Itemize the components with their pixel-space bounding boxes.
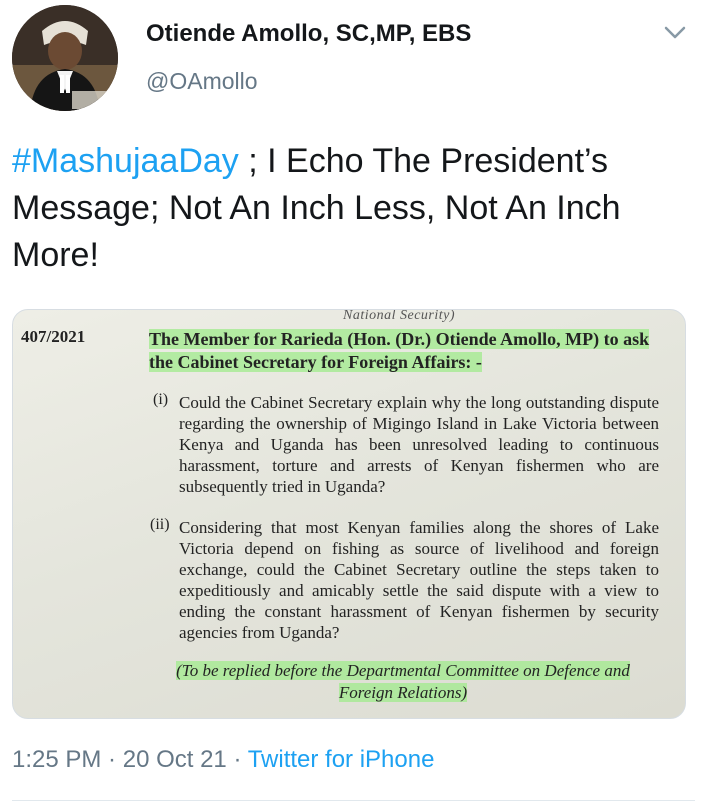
tweet-date[interactable]: 20 Oct 21: [123, 746, 227, 773]
tweet-source-link[interactable]: Twitter for iPhone: [248, 746, 435, 773]
item-number: (i): [153, 391, 169, 408]
tweet-time[interactable]: 1:25 PM: [12, 746, 101, 773]
author-display-name[interactable]: Otiende Amollo, SC,MP, EBS: [146, 20, 471, 48]
question-heading-text: The Member for Rarieda (Hon. (Dr.) Otien…: [149, 329, 650, 372]
meta-separator: ·: [226, 746, 248, 773]
question-item: Considering that most Kenyan families al…: [179, 518, 659, 642]
avatar[interactable]: [12, 5, 118, 111]
hashtag-link[interactable]: #MashujaaDay: [12, 142, 239, 180]
tweet-text: #MashujaaDay ; I Echo The President’s Me…: [12, 138, 692, 279]
tweet-image[interactable]: National Security) 407/2021 The Member f…: [12, 309, 686, 719]
reply-note-text: (To be replied before the Departmental C…: [176, 661, 630, 702]
question-heading: The Member for Rarieda (Hon. (Dr.) Otien…: [149, 328, 669, 374]
chevron-down-icon[interactable]: [662, 22, 688, 44]
meta-separator: ·: [101, 746, 123, 773]
document-cutoff-text: National Security): [343, 309, 456, 323]
question-item: Could the Cabinet Secretary explain why …: [179, 393, 659, 496]
item-number: (ii): [150, 516, 170, 533]
question-reference: 407/2021: [21, 327, 86, 346]
profile-photo-icon: [12, 5, 118, 111]
tweet-meta: 1:25 PM · 20 Oct 21 · Twitter for iPhone: [12, 746, 434, 774]
reply-note: (To be replied before the Departmental C…: [153, 660, 653, 704]
author-handle[interactable]: @OAmollo: [146, 68, 258, 95]
divider: [12, 800, 695, 801]
